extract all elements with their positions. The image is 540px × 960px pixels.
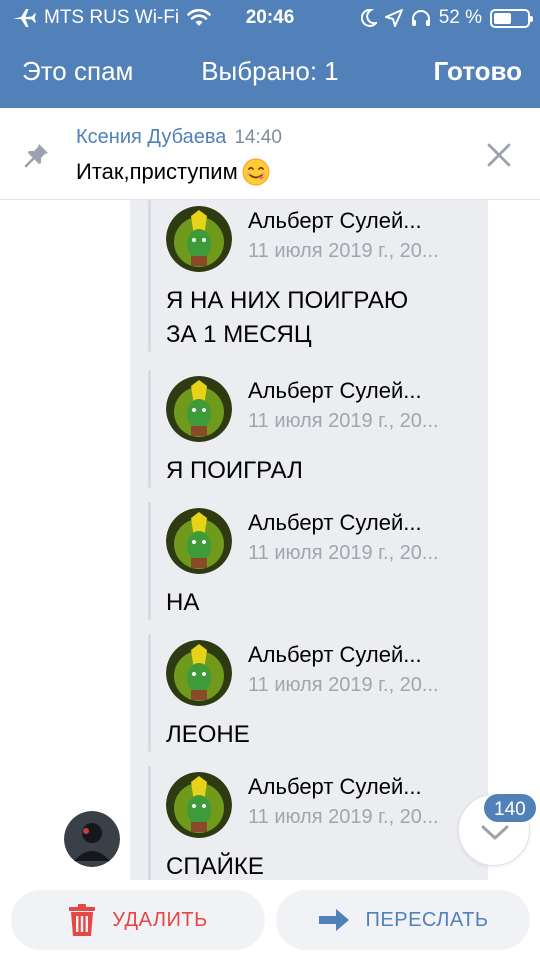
- delete-button[interactable]: УДАЛИТЬ: [11, 890, 265, 950]
- sender-name[interactable]: Альберт Сулей...: [248, 642, 422, 668]
- chat-area[interactable]: Альберт Сулей... 11 июля 2019 г., 20... …: [0, 200, 540, 880]
- unread-count-badge: 140: [482, 792, 538, 824]
- message-date: 11 июля 2019 г., 20...: [248, 674, 439, 696]
- forwarded-message[interactable]: Альберт Сулей... 11 июля 2019 г., 20... …: [148, 634, 478, 752]
- pinned-message[interactable]: Ксения Дубаева 14:40 Итак,приступим: [0, 108, 540, 200]
- forwarded-message[interactable]: Альберт Сулей... 11 июля 2019 г., 20... …: [148, 766, 478, 880]
- pinned-author: Ксения Дубаева: [76, 126, 227, 148]
- message-text: СПАЙКЕ: [166, 850, 264, 880]
- action-bar: УДАЛИТЬ ПЕРЕСЛАТЬ: [0, 880, 540, 960]
- message-line: ЛЕОНЕ: [166, 721, 250, 748]
- message-line: ЗА 1 МЕСЯЦ: [166, 321, 312, 348]
- moon-icon: [360, 9, 377, 27]
- message-text: ЛЕОНЕ: [166, 718, 250, 752]
- message-text: Я НА НИХ ПОИГРАЮ ЗА 1 МЕСЯЦ: [166, 284, 408, 352]
- avatar[interactable]: [166, 206, 232, 272]
- arrow-right-icon: [318, 909, 349, 931]
- location-icon: [384, 9, 403, 27]
- pinned-time: 14:40: [234, 127, 282, 148]
- message-line: Я НА НИХ ПОИГРАЮ: [166, 287, 409, 314]
- forwarded-message[interactable]: Альберт Сулей... 11 июля 2019 г., 20... …: [148, 200, 478, 352]
- message-date: 11 июля 2019 г., 20...: [248, 240, 439, 262]
- forwarded-message[interactable]: Альберт Сулей... 11 июля 2019 г., 20... …: [148, 502, 478, 620]
- avatar[interactable]: [166, 772, 232, 838]
- status-bar: MTS RUS Wi-Fi 20:46 52 %: [0, 0, 540, 36]
- message-line: СПАЙКЕ: [166, 853, 264, 880]
- trash-icon: [69, 904, 96, 936]
- pin-icon: [24, 144, 48, 168]
- message-date: 11 июля 2019 г., 20...: [248, 542, 439, 564]
- forwarded-message[interactable]: Альберт Сулей... 11 июля 2019 г., 20... …: [148, 370, 478, 488]
- message-text: НА: [166, 586, 199, 620]
- sender-name[interactable]: Альберт Сулей...: [248, 208, 422, 234]
- sender-name[interactable]: Альберт Сулей...: [248, 774, 422, 800]
- message-line: НА: [166, 589, 200, 616]
- avatar[interactable]: [166, 508, 232, 574]
- message-date: 11 июля 2019 г., 20...: [248, 410, 439, 432]
- sender-name[interactable]: Альберт Сулей...: [248, 378, 422, 404]
- forward-label: ПЕРЕСЛАТЬ: [365, 908, 489, 931]
- battery-percent: 52 %: [438, 7, 482, 28]
- battery-icon: [490, 8, 533, 28]
- nav-bar: Это спам Выбрано: 1 Готово: [0, 36, 540, 108]
- delete-label: УДАЛИТЬ: [112, 908, 208, 931]
- done-button[interactable]: Готово: [434, 56, 522, 87]
- headphones-icon: [411, 10, 430, 26]
- user-avatar[interactable]: [64, 811, 120, 867]
- forward-button[interactable]: ПЕРЕСЛАТЬ: [276, 890, 530, 950]
- pinned-text: Итак,приступим: [76, 159, 238, 184]
- message-line: Я ПОИГРАЛ: [166, 457, 303, 484]
- close-pinned-icon[interactable]: [486, 142, 512, 168]
- smiley-emoji-icon: [242, 158, 270, 186]
- message-date: 11 июля 2019 г., 20...: [248, 806, 439, 828]
- message-text: Я ПОИГРАЛ: [166, 454, 303, 488]
- top-bar: MTS RUS Wi-Fi 20:46 52 % Это спам Выбран…: [0, 0, 540, 108]
- sender-name[interactable]: Альберт Сулей...: [248, 510, 422, 536]
- avatar[interactable]: [166, 640, 232, 706]
- avatar[interactable]: [166, 376, 232, 442]
